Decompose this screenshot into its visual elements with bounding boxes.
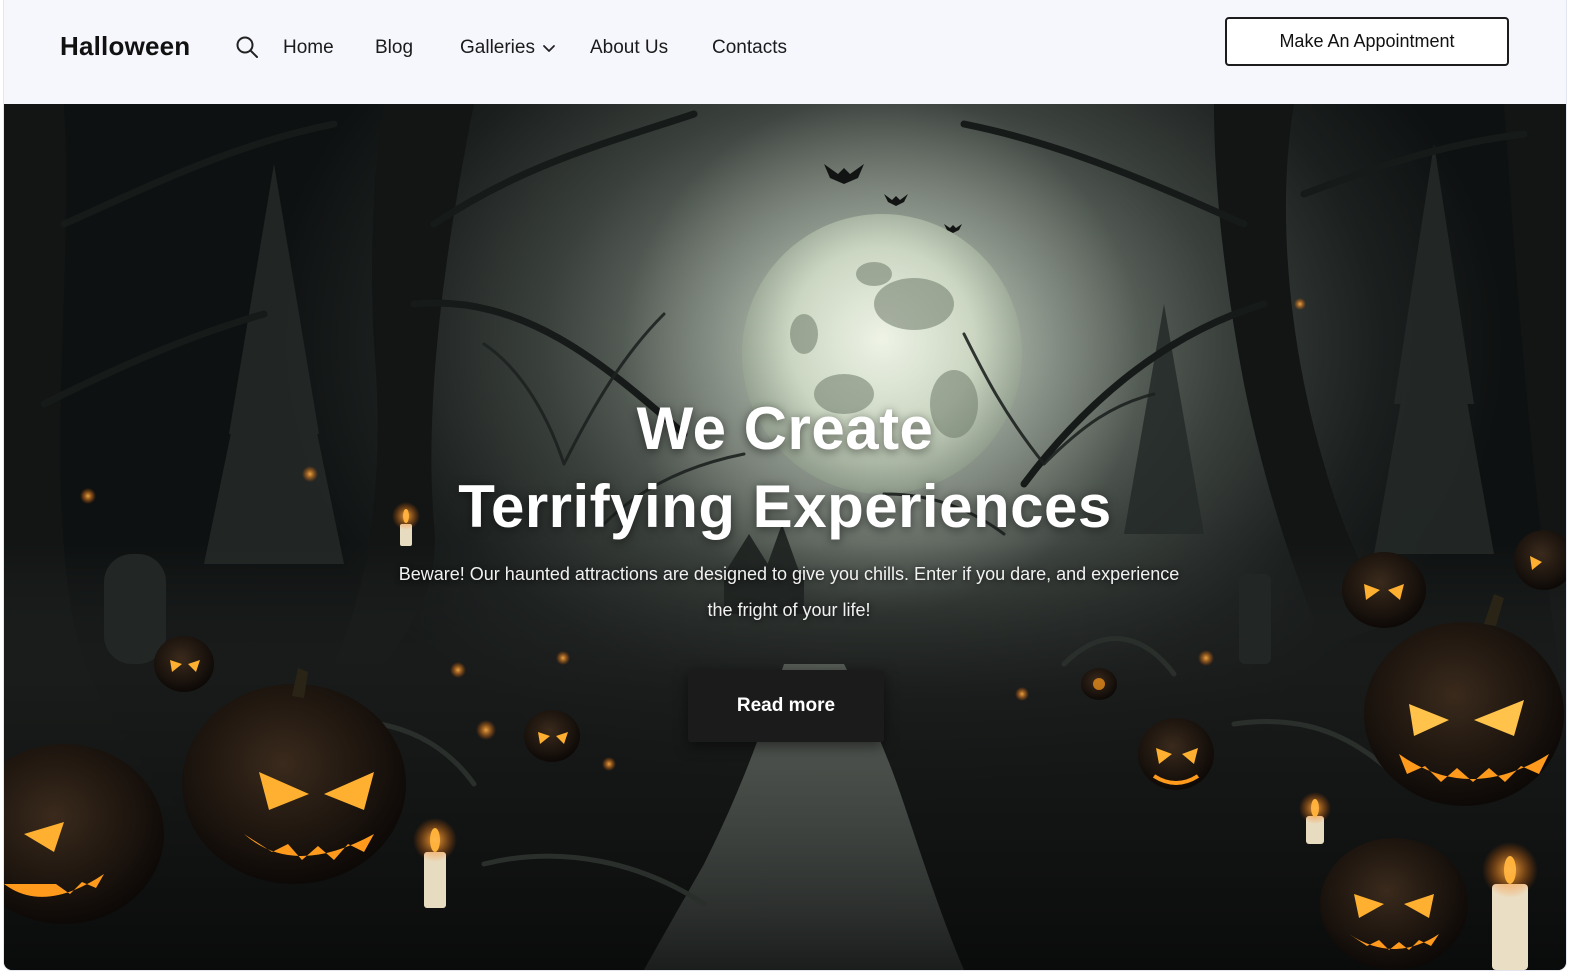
nav-link-home[interactable]: Home — [283, 37, 334, 59]
hero-title-line2: Terrifying Experiences — [458, 473, 1112, 540]
nav-link-contacts[interactable]: Contacts — [712, 37, 787, 59]
search-button[interactable] — [234, 34, 260, 60]
nav-link-blog[interactable]: Blog — [375, 37, 413, 59]
browser-frame: Halloween Home Blog Galleries About Us C… — [4, 0, 1566, 970]
nav-dropdown-galleries[interactable]: Galleries — [460, 37, 556, 59]
hero-title-line1: We Create — [636, 395, 934, 462]
make-appointment-button[interactable]: Make An Appointment — [1225, 17, 1509, 66]
hero-subtitle: Beware! Our haunted attractions are desi… — [398, 564, 1180, 620]
site-header: Halloween Home Blog Galleries About Us C… — [4, 0, 1566, 104]
hero-section: We Create Terrifying Experiences Beware!… — [4, 104, 1566, 970]
read-more-button[interactable]: Read more — [688, 670, 884, 742]
search-icon — [236, 36, 258, 58]
nav-link-about[interactable]: About Us — [590, 37, 668, 59]
nav-galleries-label: Galleries — [460, 37, 535, 58]
site-logo[interactable]: Halloween — [60, 31, 190, 62]
chevron-down-icon — [543, 45, 555, 52]
